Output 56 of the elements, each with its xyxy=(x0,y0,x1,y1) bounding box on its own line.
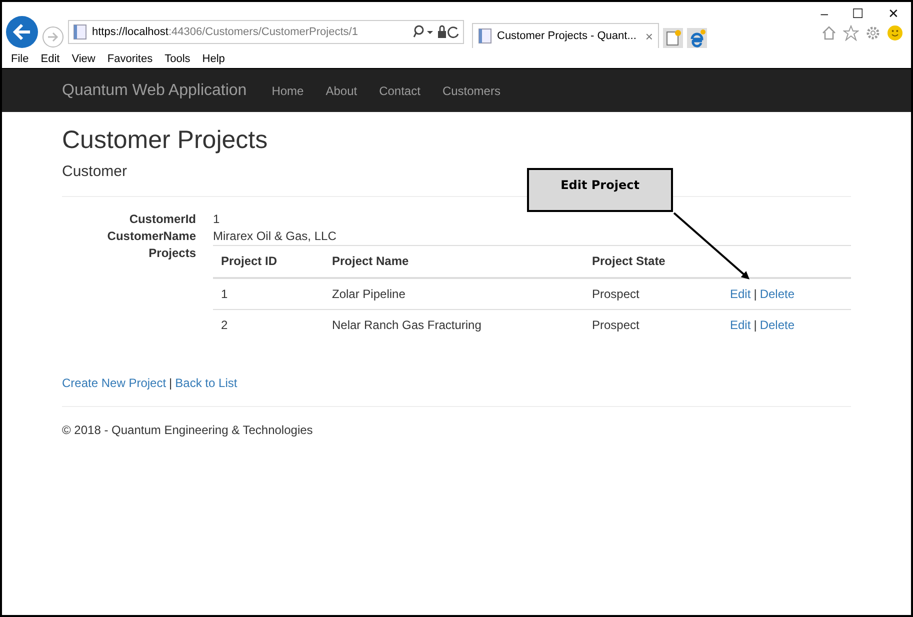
back-link[interactable]: Back to List xyxy=(175,376,238,390)
separator: | xyxy=(754,287,757,301)
separator: | xyxy=(169,376,172,390)
column-header: Project State xyxy=(584,246,722,278)
close-tab-button[interactable]: × xyxy=(645,28,653,44)
column-header: Project Name xyxy=(324,246,584,278)
table-cell: Nelar Ranch Gas Fracturing xyxy=(324,310,584,340)
table-cell: Prospect xyxy=(584,310,722,340)
field-label: CustomerName xyxy=(106,228,196,245)
menu-item[interactable]: Help xyxy=(202,53,225,65)
menu-item[interactable]: Tools xyxy=(164,53,190,65)
delete-link[interactable]: Delete xyxy=(760,287,794,301)
menu-item[interactable]: Favorites xyxy=(107,53,153,65)
star-icon[interactable] xyxy=(843,25,859,41)
table-cell: Prospect xyxy=(584,278,722,310)
brand-link[interactable]: Quantum Web Application xyxy=(62,82,247,100)
page-icon xyxy=(478,28,492,44)
settings-icon[interactable] xyxy=(865,25,881,41)
create-link[interactable]: Create New Project xyxy=(62,376,166,390)
tab-title: Customer Projects - Quant... xyxy=(497,30,636,42)
smiley-icon[interactable] xyxy=(887,25,903,41)
column-header: Project ID xyxy=(213,246,324,278)
edit-link[interactable]: Edit xyxy=(730,318,751,332)
home-icon[interactable] xyxy=(821,25,837,41)
back-button[interactable] xyxy=(6,16,38,48)
nav-link[interactable]: About xyxy=(326,84,358,98)
close-button[interactable]: ✕ xyxy=(888,6,899,21)
field-label: Projects xyxy=(148,245,196,262)
nav-link[interactable]: Home xyxy=(272,84,304,98)
menu-item[interactable]: Edit xyxy=(40,53,60,65)
menu-item[interactable]: View xyxy=(72,53,96,65)
page-title: Customer Projects xyxy=(62,126,269,155)
table-cell: Zolar Pipeline xyxy=(324,278,584,310)
footer-text: © 2018 - Quantum Engineering & Technologies xyxy=(62,423,314,437)
browser-tab[interactable]: Customer Projects - Quant... × xyxy=(472,23,659,48)
maximize-button[interactable]: ☐ xyxy=(852,6,864,21)
edit-link[interactable]: Edit xyxy=(730,287,751,301)
section-heading: Customer xyxy=(62,163,128,180)
table-cell: 2 xyxy=(213,310,324,340)
nav-link[interactable]: Customers xyxy=(442,84,500,98)
edge-icon[interactable] xyxy=(686,28,707,48)
page-icon xyxy=(73,24,87,40)
new-tab-button[interactable] xyxy=(662,28,683,48)
url-text: https://localhost:44306/Customers/CustomerProjects/1 xyxy=(92,26,359,38)
field-label: CustomerId xyxy=(128,211,196,228)
field-value: 1 xyxy=(213,211,221,228)
table-cell: 1 xyxy=(213,278,324,310)
separator: | xyxy=(754,318,757,332)
field-value: Mirarex Oil & Gas, LLC xyxy=(213,228,338,245)
nav-link[interactable]: Contact xyxy=(379,84,420,98)
delete-link[interactable]: Delete xyxy=(760,318,794,332)
address-bar[interactable]: https://localhost:44306/Customers/CustomerProjects/1 xyxy=(68,20,464,44)
callout-box: Edit Project xyxy=(527,168,673,212)
minimize-button[interactable]: – xyxy=(820,6,828,21)
address-tools-icon[interactable] xyxy=(413,25,459,39)
menu-item[interactable]: File xyxy=(11,53,29,65)
